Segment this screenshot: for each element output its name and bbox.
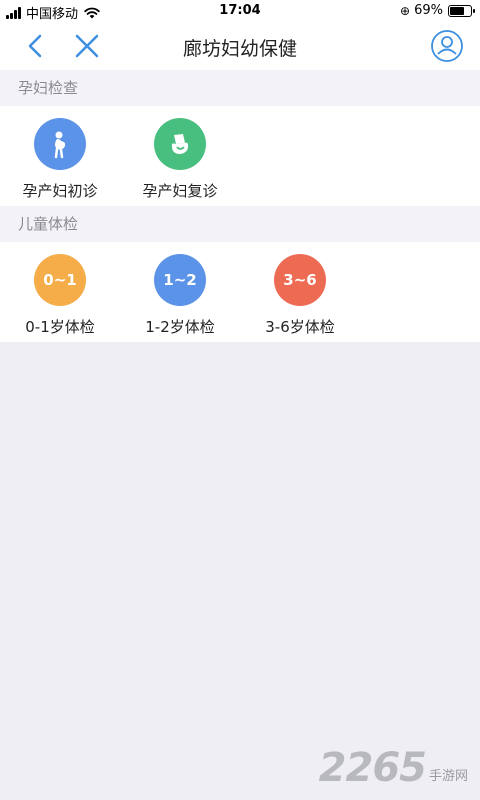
watermark: 2265 手游网 [319, 748, 468, 788]
watermark-text: 手游网 [428, 769, 468, 784]
nav-bar: 廊坊妇幼保健 [0, 22, 480, 70]
tile-label: 孕产妇复诊 [142, 182, 218, 200]
section-header-child: 儿童体检 [0, 206, 480, 242]
pregnant-checkup-icon [154, 118, 206, 170]
age-badge: 3~6 [274, 254, 326, 306]
status-right: ⊕ 69% [400, 3, 475, 18]
tile-follow-up[interactable]: 孕产妇复诊 [120, 118, 240, 201]
tile-label: 孕产妇初诊 [22, 182, 98, 200]
section-child: 0~1 0-1岁体检 1~2 1-2岁体检 3~6 3-6岁体检 [0, 242, 480, 342]
page-title: 廊坊妇幼保健 [182, 38, 297, 60]
orientation-lock-icon: ⊕ [400, 3, 411, 18]
pregnant-woman-icon [34, 118, 86, 170]
tile-label: 1-2岁体检 [145, 318, 215, 336]
tile-first-visit[interactable]: 孕产妇初诊 [0, 118, 120, 201]
tile-label: 0-1岁体检 [25, 318, 95, 336]
age-badge: 0~1 [34, 254, 86, 306]
user-profile-icon[interactable] [430, 29, 464, 63]
age-badge: 1~2 [154, 254, 206, 306]
section-header-pregnancy: 孕妇检查 [0, 70, 480, 106]
status-bar: 中国移动 17:04 ⊕ 69% [0, 0, 480, 22]
section-pregnancy: 孕产妇初诊 孕产妇复诊 [0, 106, 480, 206]
battery-icon [448, 4, 475, 17]
tile-label: 3-6岁体检 [265, 318, 335, 336]
battery-percent: 69% [414, 3, 443, 18]
tile-age-1-2[interactable]: 1~2 1-2岁体检 [120, 254, 240, 337]
tile-age-3-6[interactable]: 3~6 3-6岁体检 [240, 254, 360, 337]
watermark-number: 2265 [318, 745, 427, 791]
tile-age-0-1[interactable]: 0~1 0-1岁体检 [0, 254, 120, 337]
